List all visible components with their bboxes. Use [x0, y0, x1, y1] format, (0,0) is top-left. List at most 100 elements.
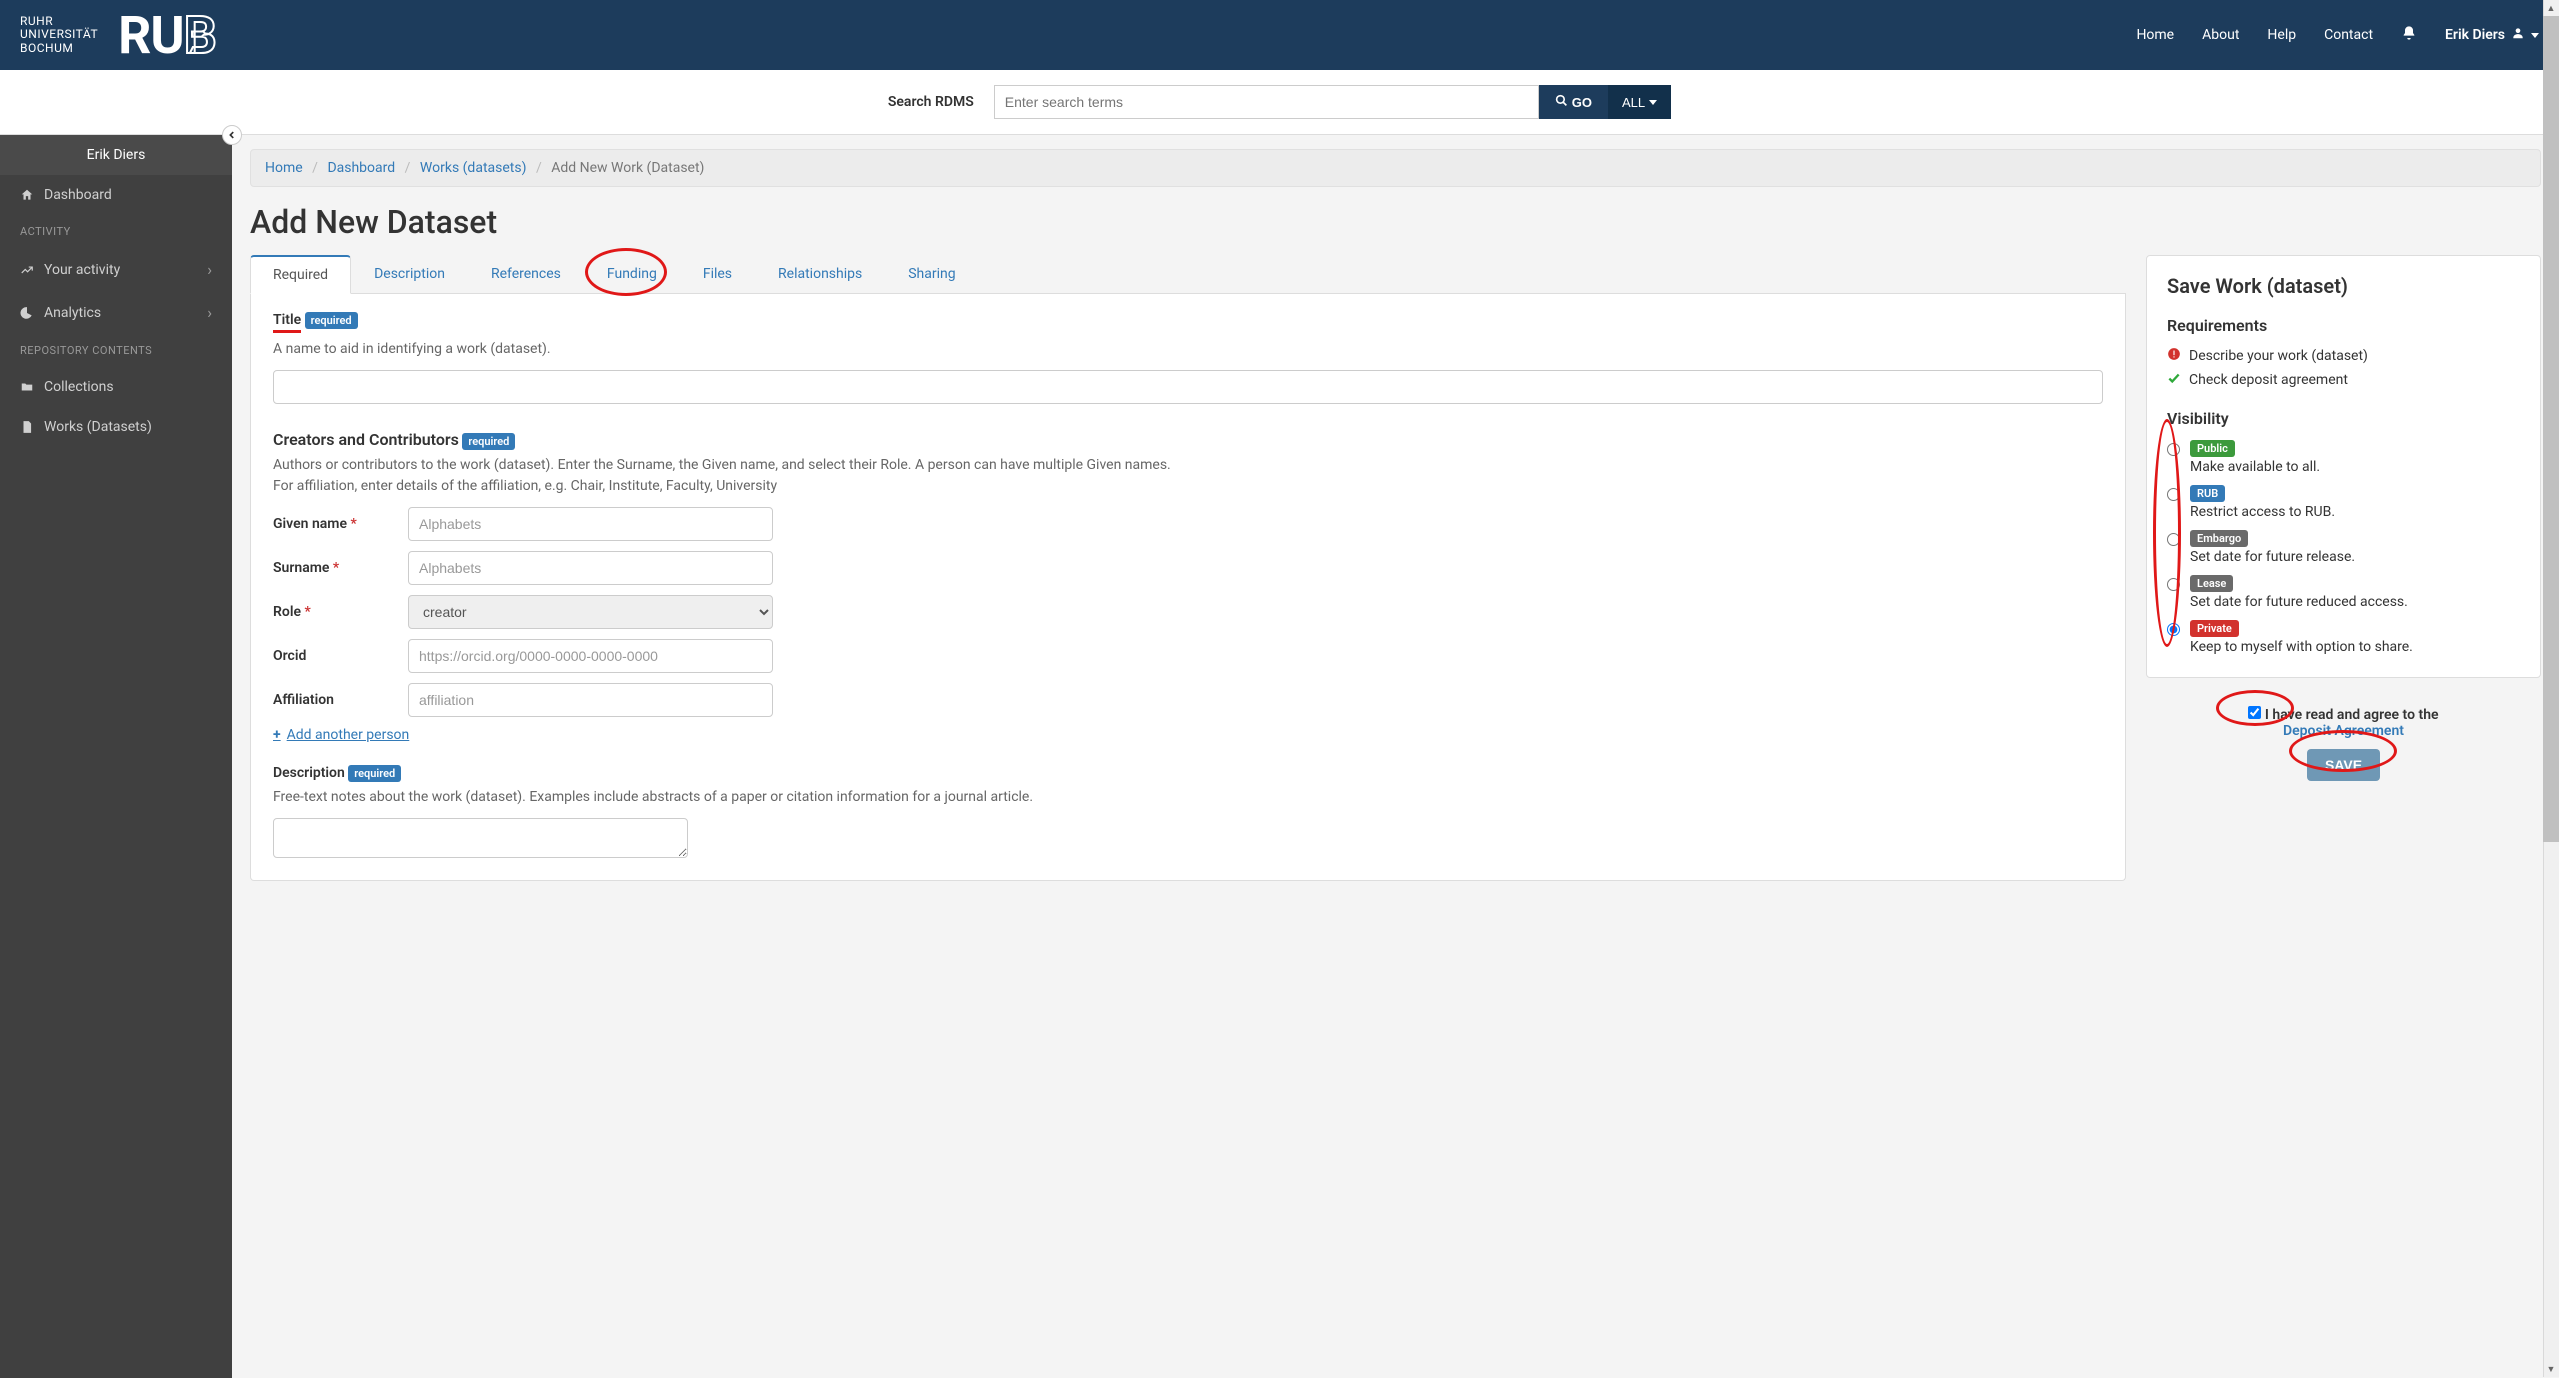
- vis-desc-private: Keep to myself with option to share.: [2190, 639, 2520, 655]
- scroll-down-arrow[interactable]: ▼: [2543, 1361, 2559, 1377]
- sidebar-item-your-activity[interactable]: Your activity ›: [0, 248, 232, 291]
- surname-input[interactable]: [408, 551, 773, 585]
- creators-help1: Authors or contributors to the work (dat…: [273, 455, 2103, 476]
- sidebar-activity-label: Your activity: [44, 262, 120, 278]
- save-button[interactable]: SAVE: [2307, 749, 2380, 781]
- sidebar-item-collections[interactable]: Collections: [0, 367, 232, 407]
- vis-radio-rub[interactable]: [2167, 488, 2180, 501]
- sidebar-works-label: Works (Datasets): [44, 419, 152, 435]
- caret-down-icon: [2531, 33, 2539, 38]
- scrollbar-thumb[interactable]: [2543, 16, 2559, 842]
- vis-badge-public: Public: [2190, 440, 2235, 457]
- save-work-heading: Save Work (dataset): [2167, 274, 2520, 298]
- sidebar-collapse-toggle[interactable]: [222, 125, 242, 145]
- sidebar-item-works[interactable]: Works (Datasets): [0, 407, 232, 447]
- page-title: Add New Dataset: [250, 203, 2541, 241]
- rub-r: R: [118, 5, 150, 66]
- vis-radio-private[interactable]: [2167, 623, 2180, 636]
- tab-required[interactable]: Required: [250, 255, 351, 294]
- orcid-input[interactable]: [408, 639, 773, 673]
- vis-desc-public: Make available to all.: [2190, 459, 2520, 475]
- sidebar-activity-heading: ACTIVITY: [0, 215, 232, 248]
- sidebar-item-dashboard[interactable]: Dashboard: [0, 175, 232, 215]
- warn-icon: [2167, 347, 2181, 365]
- agreement-label: I have read and agree to the Deposit Agr…: [2265, 707, 2439, 739]
- description-textarea[interactable]: [273, 818, 688, 858]
- sidebar-item-analytics[interactable]: Analytics ›: [0, 291, 232, 334]
- breadcrumb: Home / Dashboard / Works (datasets) / Ad…: [250, 149, 2541, 187]
- requirement-deposit: Check deposit agreement: [2167, 371, 2520, 389]
- user-icon: [2511, 26, 2525, 44]
- tab-funding[interactable]: Funding: [584, 255, 680, 293]
- folder-icon: [20, 380, 44, 394]
- surname-label: Surname *: [273, 560, 408, 576]
- chevron-right-icon: ›: [207, 260, 212, 279]
- save-work-panel: Save Work (dataset) Requirements Describ…: [2146, 255, 2541, 678]
- req1-label: Describe your work (dataset): [2189, 348, 2368, 364]
- breadcrumb-dashboard[interactable]: Dashboard: [327, 160, 395, 176]
- breadcrumb-works[interactable]: Works (datasets): [420, 160, 527, 176]
- role-select[interactable]: creator: [408, 595, 773, 629]
- top-banner: RUHR UNIVERSITÄT BOCHUM RUB Home About H…: [0, 0, 2559, 70]
- creators-help2: For affiliation, enter details of the af…: [273, 476, 2103, 497]
- form-panel: Title required A name to aid in identify…: [250, 294, 2126, 881]
- orcid-row: Orcid: [273, 639, 2103, 673]
- uni-logo-text: RUHR UNIVERSITÄT BOCHUM: [20, 15, 98, 55]
- vis-option-embargo[interactable]: Embargo Set date for future release.: [2167, 530, 2520, 565]
- go-button[interactable]: GO: [1539, 85, 1608, 119]
- vis-option-public[interactable]: Public Make available to all.: [2167, 440, 2520, 475]
- creators-label: Creators and Contributors: [273, 430, 459, 449]
- creators-help: Authors or contributors to the work (dat…: [273, 455, 2103, 497]
- vis-desc-embargo: Set date for future release.: [2190, 549, 2520, 565]
- scrollbar[interactable]: ▲ ▼: [2543, 0, 2559, 1377]
- agreement-checkbox[interactable]: [2248, 706, 2261, 719]
- visibility-heading: Visibility: [2167, 409, 2520, 428]
- affiliation-input[interactable]: [408, 683, 773, 717]
- vis-badge-embargo: Embargo: [2190, 530, 2248, 547]
- scroll-up-arrow[interactable]: ▲: [2543, 0, 2559, 16]
- affiliation-label: Affiliation: [273, 692, 408, 708]
- tab-files[interactable]: Files: [680, 255, 755, 293]
- search-label: Search RDMS: [888, 94, 974, 110]
- title-label: Title: [273, 312, 301, 333]
- tab-relationships[interactable]: Relationships: [755, 255, 885, 293]
- go-label: GO: [1572, 95, 1592, 110]
- rub-logo: RUB: [118, 5, 216, 66]
- nav-home[interactable]: Home: [2136, 27, 2174, 43]
- tab-sharing[interactable]: Sharing: [885, 255, 978, 293]
- agreement-block: I have read and agree to the Deposit Agr…: [2146, 694, 2541, 781]
- creators-group: Creators and Contributors required Autho…: [273, 426, 2103, 743]
- all-label: ALL: [1622, 95, 1645, 110]
- tab-description[interactable]: Description: [351, 255, 468, 293]
- vis-radio-lease[interactable]: [2167, 578, 2180, 591]
- bell-icon[interactable]: [2401, 25, 2417, 45]
- nav-help[interactable]: Help: [2267, 27, 2296, 43]
- required-badge: required: [305, 312, 358, 329]
- sidebar: Erik Diers Dashboard ACTIVITY Your activ…: [0, 135, 232, 1378]
- vis-radio-embargo[interactable]: [2167, 533, 2180, 546]
- sidebar-header: Erik Diers: [0, 135, 232, 175]
- given-name-input[interactable]: [408, 507, 773, 541]
- breadcrumb-home[interactable]: Home: [265, 160, 303, 176]
- vis-option-private[interactable]: Private Keep to myself with option to sh…: [2167, 620, 2520, 655]
- nav-contact[interactable]: Contact: [2324, 27, 2373, 43]
- role-label: Role *: [273, 604, 408, 620]
- all-button[interactable]: ALL: [1608, 85, 1671, 119]
- user-dropdown[interactable]: Erik Diers: [2445, 26, 2539, 44]
- home-icon: [20, 188, 44, 202]
- nav-about[interactable]: About: [2202, 27, 2239, 43]
- req2-label: Check deposit agreement: [2189, 372, 2348, 388]
- description-help: Free-text notes about the work (dataset)…: [273, 787, 2103, 808]
- deposit-agreement-link[interactable]: Deposit Agreement: [2283, 723, 2404, 739]
- vis-option-rub[interactable]: RUB Restrict access to RUB.: [2167, 485, 2520, 520]
- role-row: Role * creator: [273, 595, 2103, 629]
- breadcrumb-sep: /: [312, 160, 318, 176]
- add-person-link[interactable]: + Add another person: [273, 727, 409, 743]
- search-input[interactable]: [994, 85, 1539, 119]
- required-badge: required: [348, 765, 401, 782]
- sidebar-repo-heading: REPOSITORY CONTENTS: [0, 334, 232, 367]
- vis-option-lease[interactable]: Lease Set date for future reduced access…: [2167, 575, 2520, 610]
- title-input[interactable]: [273, 370, 2103, 404]
- tab-references[interactable]: References: [468, 255, 584, 293]
- vis-radio-public[interactable]: [2167, 443, 2180, 456]
